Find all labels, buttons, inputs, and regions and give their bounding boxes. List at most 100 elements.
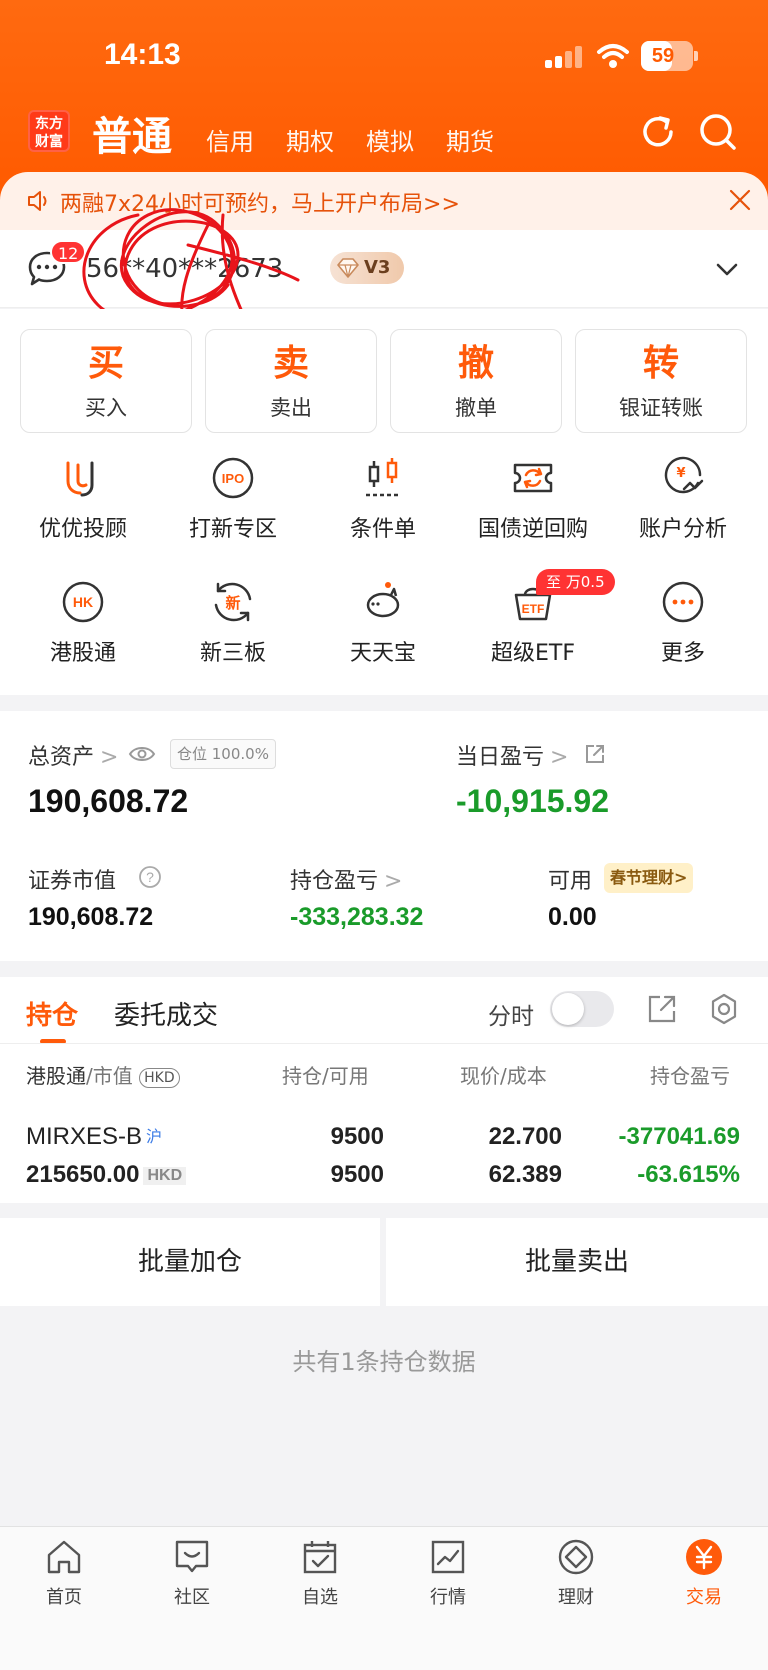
available-value: 0.00 — [548, 903, 597, 931]
candlestick-icon — [366, 458, 400, 497]
intraday-toggle[interactable] — [550, 991, 614, 1027]
more-icon — [662, 581, 704, 623]
daily-pl-value: -10,915.92 — [456, 783, 610, 819]
tab-home[interactable]: 首页 — [4, 1537, 124, 1609]
col-holding-pl[interactable]: 持仓盈亏 — [650, 1060, 740, 1089]
buy-button[interactable]: 买 买入 — [20, 329, 192, 433]
spring-festival-finance-tag[interactable]: 春节理财> — [604, 863, 694, 893]
intraday-label: 分时 — [488, 1004, 534, 1030]
settings-icon[interactable] — [708, 993, 740, 1025]
col-quantity-sub: /可用 — [322, 1064, 369, 1088]
app-logo: 东方 财富 — [28, 110, 70, 152]
col-quantity[interactable]: 持仓/可用 — [282, 1060, 369, 1089]
stock-name: MIRXES-B — [26, 1123, 143, 1150]
total-assets-text: 总资产 — [28, 745, 95, 770]
batch-sell-button[interactable]: 批量卖出 — [386, 1218, 768, 1306]
help-icon[interactable]: ? — [138, 865, 162, 889]
tab-orders[interactable]: 委托成交 — [114, 995, 218, 1032]
svg-text:?: ? — [146, 869, 154, 885]
svg-text:¥: ¥ — [676, 466, 685, 481]
yuan-coin-icon — [686, 1539, 722, 1575]
search-icon[interactable] — [698, 112, 738, 152]
tab-trade[interactable]: 交易 — [644, 1537, 764, 1609]
chevron-right-icon: > — [100, 745, 119, 770]
holdings-table-header: 港股通/市值 HKD 持仓/可用 现价/成本 持仓盈亏 — [0, 1043, 768, 1103]
cancel-order-button[interactable]: 撤 撤单 — [390, 329, 562, 433]
feature-reverse-repo[interactable]: 国债逆回购 — [458, 455, 608, 543]
tab-wealth[interactable]: 理财 — [516, 1537, 636, 1609]
cancel-glyph: 撤 — [457, 343, 494, 384]
feature-account-analysis[interactable]: ¥ 账户分析 — [608, 455, 758, 543]
feature-super-etf-label: 超级ETF — [491, 641, 575, 666]
svg-text:ETF: ETF — [522, 602, 545, 616]
toggle-knob — [552, 993, 584, 1025]
logo-text: 东方 财富 — [35, 116, 63, 150]
tab-market[interactable]: 行情 — [388, 1537, 508, 1609]
daily-pl-text: 当日盈亏 — [456, 745, 545, 770]
holdings-count-note: 共有1条持仓数据 — [292, 1348, 476, 1376]
daily-pl-label[interactable]: 当日盈亏 > — [456, 739, 568, 771]
feature-more[interactable]: 更多 — [608, 579, 758, 667]
col-price[interactable]: 现价/成本 — [460, 1060, 547, 1089]
tab-simulated[interactable]: 模拟 — [366, 122, 414, 157]
promo-banner[interactable]: 两融7x24小时可预约，马上开户布局>> — [0, 172, 768, 230]
currency-pill: HKD — [139, 1067, 180, 1088]
position-ratio-tag: 仓位 100.0% — [170, 739, 276, 769]
market-value-label: 证券市值 — [28, 869, 117, 894]
share-out-icon[interactable] — [646, 993, 678, 1025]
row-price: 22.700 — [488, 1123, 562, 1150]
tab-credit[interactable]: 信用 — [206, 122, 254, 157]
refresh-icon[interactable] — [638, 112, 678, 152]
feature-reverse-repo-label: 国债逆回购 — [477, 517, 588, 542]
feature-tiantianbao-label: 天天宝 — [349, 641, 416, 666]
account-row[interactable]: 12 56**40***2673 V3 — [0, 230, 768, 308]
feature-ipo[interactable]: IPO 打新专区 — [158, 455, 308, 543]
row-market-value: 215650.00 — [26, 1161, 140, 1188]
feature-neeq[interactable]: 新 新三板 — [158, 579, 308, 667]
col-market[interactable]: 港股通/市值 HKD — [26, 1060, 180, 1089]
feature-tiantianbao[interactable]: 天天宝 — [308, 579, 458, 667]
feature-conditional-label: 条件单 — [349, 517, 416, 542]
cancel-label: 撤单 — [455, 396, 497, 420]
asset-summary: 总资产 > 仓位 100.0% 190,608.72 当日盈亏 > -10,915.… — [0, 711, 768, 961]
vip-level: V3 — [364, 257, 391, 278]
feature-neeq-label: 新三板 — [199, 641, 266, 666]
svg-text:新: 新 — [225, 594, 240, 612]
row-currency: HKD — [143, 1166, 187, 1185]
feature-hk-connect[interactable]: HK 港股通 — [8, 579, 158, 667]
tab-market-label: 行情 — [430, 1587, 466, 1608]
tab-holdings[interactable]: 持仓 — [26, 995, 78, 1032]
eye-icon[interactable] — [128, 743, 156, 765]
sell-glyph: 卖 — [272, 343, 309, 384]
tab-normal[interactable]: 普通 — [92, 104, 172, 162]
chevron-down-icon[interactable] — [714, 256, 740, 282]
tab-community[interactable]: 社区 — [132, 1537, 252, 1609]
transfer-glyph: 转 — [642, 343, 679, 384]
row-cost: 62.389 — [488, 1161, 562, 1188]
col-market-sub: /市值 — [86, 1064, 133, 1088]
market-value-cell: 215650.00 HKD — [26, 1161, 187, 1189]
total-assets-label[interactable]: 总资产 > — [28, 739, 118, 771]
close-icon[interactable] — [728, 188, 752, 212]
holding-pl-label[interactable]: 持仓盈亏 > — [290, 863, 402, 895]
sell-button[interactable]: 卖 卖出 — [205, 329, 377, 433]
feature-ipo-label: 打新专区 — [188, 517, 277, 542]
tab-futures[interactable]: 期货 — [446, 122, 494, 157]
total-assets-value: 190,608.72 — [28, 783, 189, 819]
share-out-icon[interactable] — [584, 743, 606, 765]
diamond-icon — [337, 258, 359, 278]
col-price-sub: /成本 — [500, 1064, 547, 1088]
ticket-cycle-icon — [513, 463, 553, 493]
transfer-button[interactable]: 转 银证转账 — [575, 329, 747, 433]
feature-advisor[interactable]: 优优投顾 — [8, 455, 158, 543]
tab-watchlist[interactable]: 自选 — [260, 1537, 380, 1609]
holdings-panel: 持仓 委托成交 分时 港股通/市值 HKD 持仓/可用 现价/成本 持仓盈亏 M… — [0, 977, 768, 1203]
feature-conditional-order[interactable]: 条件单 — [308, 455, 458, 543]
tab-options[interactable]: 期权 — [286, 122, 334, 157]
status-time: 14:13 — [104, 38, 181, 71]
banner-text: 两融7x24小时可预约，马上开户布局>> — [60, 192, 460, 217]
batch-add-button[interactable]: 批量加仓 — [0, 1218, 380, 1306]
tab-trade-label: 交易 — [686, 1587, 722, 1608]
buy-label: 买入 — [85, 396, 127, 420]
chevron-right-icon: > — [384, 869, 403, 894]
